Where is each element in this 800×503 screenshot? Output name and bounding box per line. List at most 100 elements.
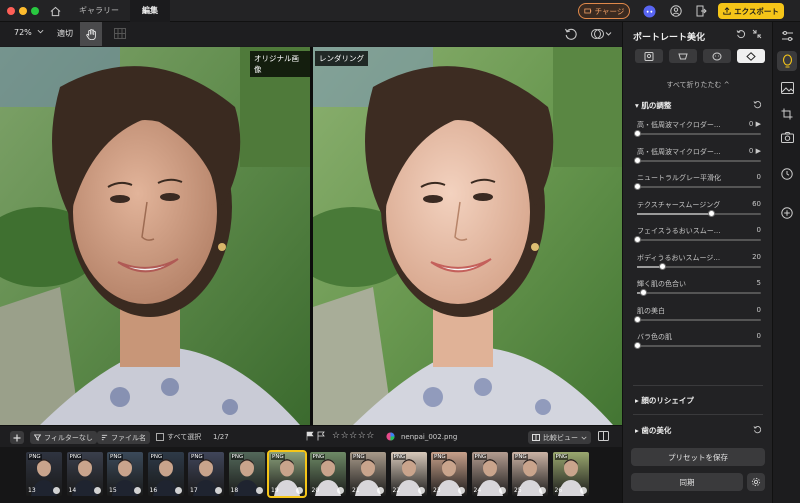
slider-track[interactable] bbox=[637, 159, 761, 162]
filmstrip-thumbnail[interactable]: PNG 14 bbox=[66, 452, 103, 496]
maximize-window-button[interactable] bbox=[31, 7, 39, 15]
image-enhance-icon[interactable] bbox=[779, 80, 795, 96]
crop-icon[interactable] bbox=[779, 106, 795, 122]
save-preset-button[interactable]: プリセットを保存 bbox=[631, 448, 765, 466]
filmstrip-thumbnail[interactable]: PNG 20 bbox=[309, 452, 346, 496]
collapse-panel-icon[interactable] bbox=[752, 29, 762, 41]
select-all-checkbox[interactable]: すべて選択 bbox=[156, 432, 201, 442]
sync-settings-button[interactable] bbox=[747, 473, 765, 491]
expand-arrow-icon[interactable]: ▶ bbox=[753, 120, 761, 128]
slider-handle[interactable] bbox=[640, 289, 648, 296]
sync-button[interactable]: 同期 bbox=[631, 473, 743, 491]
mode-segment-1[interactable] bbox=[635, 49, 663, 63]
filmstrip-thumbnail[interactable]: PNG 26 bbox=[552, 452, 589, 496]
chevron-down-icon bbox=[581, 436, 587, 440]
history-icon[interactable] bbox=[779, 166, 795, 182]
slider-track[interactable] bbox=[637, 318, 761, 321]
slider-track[interactable] bbox=[637, 186, 761, 188]
expand-arrow-icon[interactable]: ▶ bbox=[753, 147, 761, 155]
filmstrip[interactable]: PNG 13 PNG 14 PNG 15 PNG 16 PNG 17 PNG 18 PNG 19 PNG 20… bbox=[0, 447, 622, 503]
portrait-beautify-icon[interactable] bbox=[777, 51, 797, 71]
close-window-button[interactable] bbox=[7, 7, 15, 15]
fit-button[interactable]: 適切 bbox=[57, 28, 73, 39]
logout-icon[interactable] bbox=[694, 4, 708, 18]
slider-handle[interactable] bbox=[634, 236, 641, 243]
minimize-window-button[interactable] bbox=[19, 7, 27, 15]
filmstrip-thumbnail[interactable]: PNG 15 bbox=[107, 452, 143, 496]
filter-button[interactable]: フィルターなし bbox=[30, 431, 97, 444]
teeth-section-header[interactable]: ▸ 歯の美化 bbox=[635, 425, 671, 436]
adjust-slider[interactable]: ボディうるおいスムージ... 20 bbox=[637, 253, 761, 273]
sort-by-filename-button[interactable]: ファイル名 bbox=[97, 431, 150, 444]
mode-segment-2[interactable] bbox=[669, 49, 697, 63]
flag-icon[interactable] bbox=[306, 431, 315, 443]
slider-value: 60 bbox=[752, 200, 761, 208]
slider-handle[interactable] bbox=[634, 156, 641, 164]
reset-icon[interactable] bbox=[564, 27, 578, 43]
section-reset-icon[interactable] bbox=[753, 100, 762, 111]
mode-segment-3[interactable] bbox=[703, 49, 731, 63]
slider-handle[interactable] bbox=[708, 209, 716, 217]
adjust-slider[interactable]: 高・低周波マイクロダー... 0 ▶ bbox=[634, 120, 761, 140]
add-image-button[interactable] bbox=[10, 431, 24, 444]
slider-handle[interactable] bbox=[634, 130, 641, 137]
tab-edit[interactable]: 編集 bbox=[130, 0, 170, 22]
slider-handle[interactable] bbox=[634, 342, 641, 349]
discord-icon[interactable] bbox=[642, 4, 656, 18]
photo-compare-area[interactable]: オリジナル画像 レンダリング bbox=[0, 47, 622, 425]
original-photo[interactable]: オリジナル画像 bbox=[0, 47, 310, 425]
slider-track[interactable] bbox=[637, 133, 761, 135]
filmstrip-thumbnail[interactable]: PNG 19 bbox=[267, 450, 307, 498]
adjust-slider[interactable]: フェイスうるおいスムー... 0 bbox=[634, 226, 761, 246]
account-icon[interactable] bbox=[669, 4, 683, 18]
collapse-all-toggle[interactable]: すべて折りたたむ ^ bbox=[623, 80, 773, 90]
slider-track[interactable] bbox=[637, 265, 761, 268]
reject-flag-icon[interactable] bbox=[317, 431, 326, 443]
adjust-slider[interactable]: テクスチャースムージング 60 bbox=[637, 200, 761, 220]
mode-segment-4[interactable] bbox=[737, 49, 765, 63]
grid-icon[interactable] bbox=[114, 28, 126, 41]
panel-toggle-icon[interactable] bbox=[598, 431, 609, 443]
compare-view-toggle[interactable] bbox=[590, 27, 612, 43]
filmstrip-thumbnail[interactable]: PNG 17 bbox=[188, 452, 224, 496]
adjust-slider[interactable]: ニュートラルグレー平滑化 0 bbox=[634, 173, 761, 193]
adjust-slider[interactable]: 輝く肌の色合い 5 bbox=[637, 279, 761, 299]
slider-track[interactable] bbox=[637, 212, 761, 215]
slider-track[interactable] bbox=[637, 239, 761, 241]
home-icon[interactable] bbox=[48, 4, 62, 18]
slider-track[interactable] bbox=[637, 292, 761, 294]
charge-button[interactable]: チャージ bbox=[578, 3, 630, 19]
zoom-select[interactable]: 72% bbox=[14, 28, 44, 37]
slider-track[interactable] bbox=[637, 345, 761, 347]
adjust-slider[interactable]: バラ色の肌 0 bbox=[634, 332, 761, 352]
tab-gallery[interactable]: ギャラリー bbox=[68, 0, 130, 22]
filmstrip-thumbnail[interactable]: PNG 21 bbox=[350, 452, 386, 496]
filmstrip-thumbnail[interactable]: PNG 18 bbox=[228, 452, 265, 496]
filmstrip-thumbnail[interactable]: PNG 16 bbox=[147, 452, 184, 496]
section-reset-icon[interactable] bbox=[753, 425, 762, 436]
adjust-sliders-icon[interactable] bbox=[779, 28, 795, 44]
hand-tool-button[interactable] bbox=[80, 22, 102, 46]
filmstrip-thumbnail[interactable]: PNG 23 bbox=[431, 452, 467, 496]
thumbnail-number: 22 bbox=[392, 487, 401, 494]
filmstrip-toolbar: フィルターなし ファイル名 すべて選択 1/27 ☆☆☆☆☆ nenpai_00… bbox=[0, 425, 622, 447]
export-button[interactable]: エクスポート bbox=[718, 3, 784, 19]
skin-adjust-section-header[interactable]: ▾ 肌の調整 bbox=[635, 100, 671, 111]
filmstrip-thumbnail[interactable]: PNG 22 bbox=[390, 452, 427, 496]
compare-view-select[interactable]: 比較ビュー bbox=[528, 431, 591, 444]
add-tool-icon[interactable] bbox=[779, 205, 795, 221]
slider-handle[interactable] bbox=[634, 315, 641, 323]
adjust-slider[interactable]: 高・低周波マイクロダー... 0 ▶ bbox=[634, 147, 761, 167]
filmstrip-thumbnail[interactable]: PNG 13 bbox=[26, 452, 62, 496]
slider-handle[interactable] bbox=[634, 183, 641, 190]
adjust-slider[interactable]: 肌の美白 0 bbox=[634, 306, 761, 326]
camera-icon[interactable] bbox=[779, 129, 795, 145]
reset-icon[interactable] bbox=[736, 29, 746, 41]
color-label-icon[interactable] bbox=[386, 432, 395, 443]
filmstrip-thumbnail[interactable]: PNG 24 bbox=[471, 452, 508, 496]
slider-handle[interactable] bbox=[658, 262, 666, 270]
star-rating[interactable]: ☆☆☆☆☆ bbox=[332, 431, 375, 441]
face-reshape-section-header[interactable]: ▸ 顔のリシェイプ bbox=[635, 395, 694, 406]
rendered-photo[interactable]: レンダリング bbox=[313, 47, 622, 425]
filmstrip-thumbnail[interactable]: PNG 25 bbox=[512, 452, 548, 496]
